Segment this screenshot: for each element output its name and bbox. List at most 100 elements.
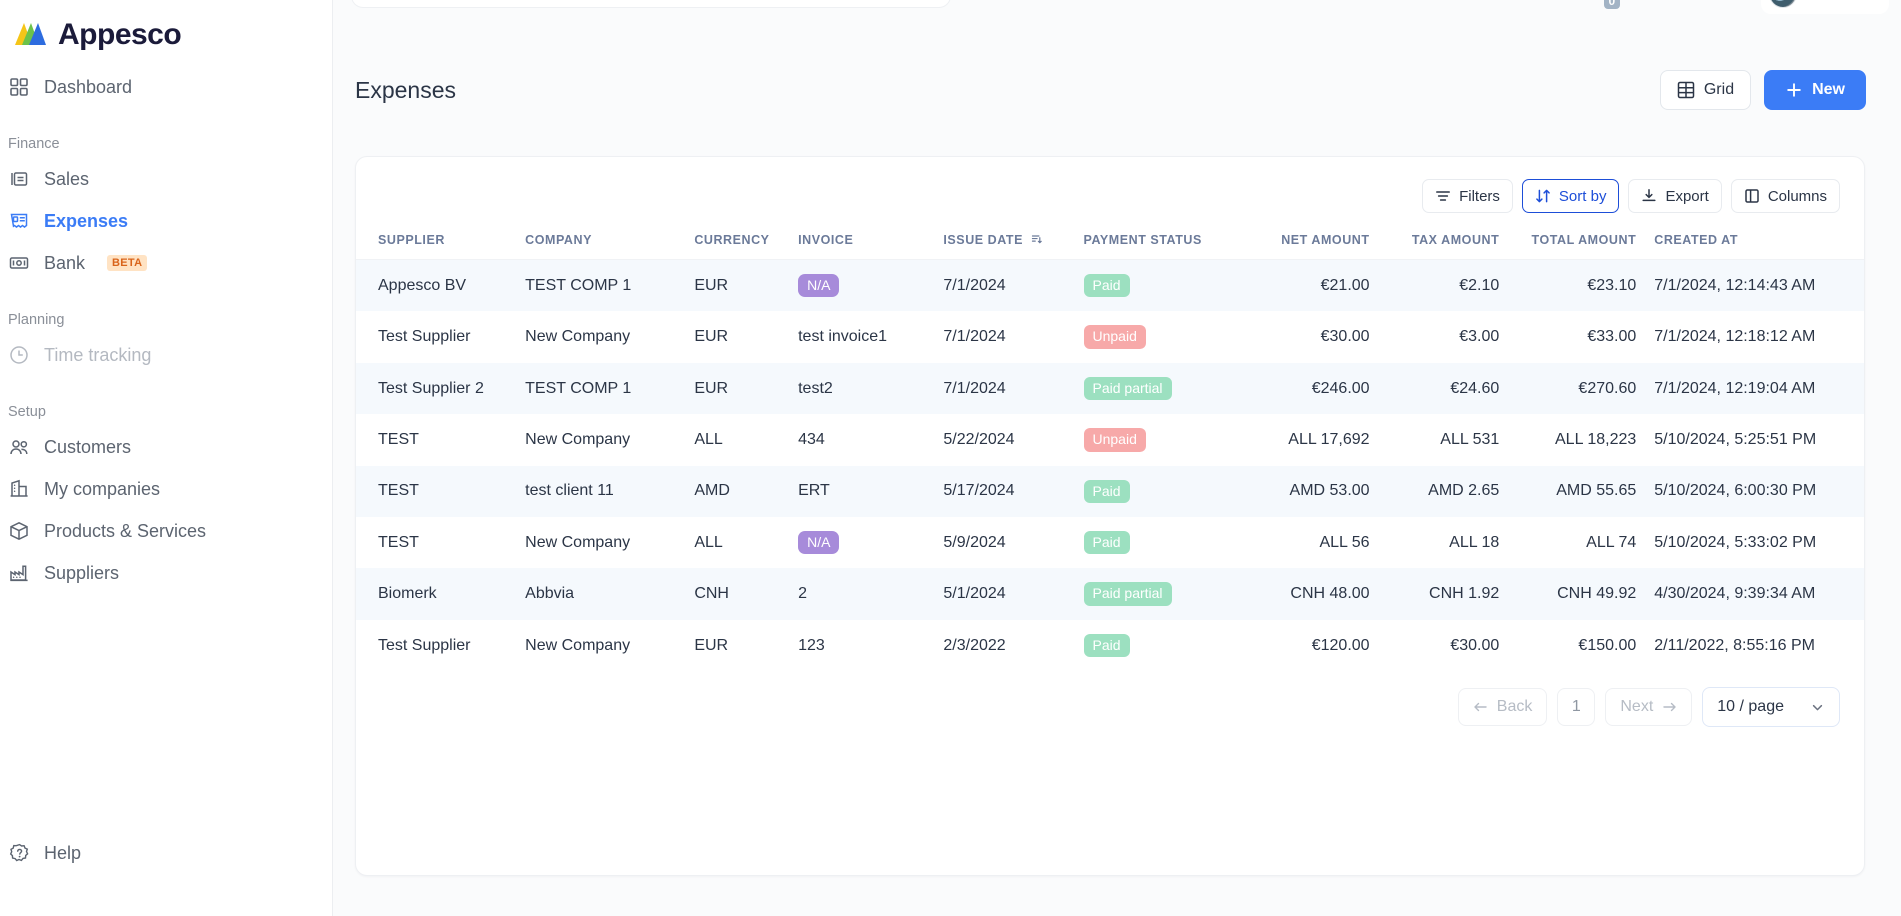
table-head: Supplier Company Currency Invoice Issue … xyxy=(356,219,1864,260)
table-row[interactable]: Appesco BVTEST COMP 1EURN/A7/1/2024Paid€… xyxy=(356,260,1864,312)
sidebar-group-label: Finance xyxy=(0,136,332,152)
table-row[interactable]: Test Supplier 2TEST COMP 1EURtest27/1/20… xyxy=(356,363,1864,414)
sidebar-item-expenses[interactable]: Expenses xyxy=(0,200,332,242)
user-name: Random xyxy=(1807,0,1867,3)
sidebar-item-label: Products & Services xyxy=(44,521,206,542)
sidebar-item-time-tracking[interactable]: Time tracking xyxy=(0,334,332,376)
factory-icon xyxy=(8,562,30,584)
bank-icon xyxy=(8,252,30,274)
table-row[interactable]: TESTNew CompanyALL4345/22/2024UnpaidALL … xyxy=(356,414,1864,465)
sidebar-item-customers[interactable]: Customers xyxy=(0,426,332,468)
status-badge: Unpaid xyxy=(1084,325,1146,348)
sidebar-item-sales[interactable]: Sales xyxy=(0,158,332,200)
sidebar-group-planning: Planning Time tracking xyxy=(0,312,332,376)
cell-tax_amount: €2.10 xyxy=(1388,260,1518,312)
col-header-issue-date-label: Issue date xyxy=(943,233,1023,247)
cell-payment_status: Paid xyxy=(1084,466,1253,517)
brand-logo[interactable]: Appesco xyxy=(0,0,332,56)
cell-net_amount: ALL 56 xyxy=(1253,517,1388,568)
new-expense-button[interactable]: New xyxy=(1764,70,1866,110)
table-row[interactable]: TESTtest client 11AMDERT5/17/2024PaidAMD… xyxy=(356,466,1864,517)
col-header-invoice[interactable]: Invoice xyxy=(798,219,943,260)
invoice-na-badge: N/A xyxy=(798,274,839,297)
table-row[interactable]: BiomerkAbbviaCNH25/1/2024Paid partialCNH… xyxy=(356,568,1864,619)
cell-supplier: Appesco BV xyxy=(356,260,525,312)
cell-company: New Company xyxy=(525,620,694,671)
sidebar-item-label: Customers xyxy=(44,437,131,458)
cell-issue_date: 5/17/2024 xyxy=(943,466,1083,517)
filters-label: Filters xyxy=(1459,188,1500,205)
cell-total_amount: €270.60 xyxy=(1517,363,1654,414)
topbar-actions: 0 Random xyxy=(1587,0,1889,14)
grid-view-button[interactable]: Grid xyxy=(1660,70,1751,110)
arrow-left-icon xyxy=(1473,700,1488,714)
col-header-net-amount[interactable]: Net amount xyxy=(1253,219,1388,260)
cell-tax_amount: ALL 18 xyxy=(1388,517,1518,568)
cell-company: test client 11 xyxy=(525,466,694,517)
columns-button[interactable]: Columns xyxy=(1731,179,1840,213)
sidebar-item-label: Time tracking xyxy=(44,345,151,366)
pagination-back-button[interactable]: Back xyxy=(1458,688,1548,726)
sidebar-item-products-services[interactable]: Products & Services xyxy=(0,510,332,552)
sidebar-item-label: Dashboard xyxy=(44,77,132,98)
cell-currency: AMD xyxy=(694,466,798,517)
col-header-tax-amount[interactable]: Tax amount xyxy=(1388,219,1518,260)
export-button[interactable]: Export xyxy=(1628,179,1721,213)
building-icon xyxy=(8,478,30,500)
notification-count-badge: 0 xyxy=(1604,0,1621,9)
grid-button-label: Grid xyxy=(1704,81,1734,99)
table-row[interactable]: Test SupplierNew CompanyEUR1232/3/2022Pa… xyxy=(356,620,1864,671)
cell-invoice: 434 xyxy=(798,414,943,465)
cell-invoice: test2 xyxy=(798,363,943,414)
sidebar-item-help[interactable]: Help xyxy=(0,832,332,874)
col-header-created-at[interactable]: Created at xyxy=(1654,219,1864,260)
cell-net_amount: AMD 53.00 xyxy=(1253,466,1388,517)
columns-icon xyxy=(1744,188,1760,204)
avatar xyxy=(1769,0,1797,8)
user-menu[interactable]: Random xyxy=(1761,0,1889,14)
page-title: Expenses xyxy=(355,77,456,104)
col-header-company[interactable]: Company xyxy=(525,219,694,260)
pagination-next-button[interactable]: Next xyxy=(1605,688,1692,726)
sidebar-item-suppliers[interactable]: Suppliers xyxy=(0,552,332,594)
pagination-page-1[interactable]: 1 xyxy=(1557,688,1595,726)
cell-issue_date: 7/1/2024 xyxy=(943,260,1083,312)
sidebar-group-label: Setup xyxy=(0,404,332,420)
sidebar-item-my-companies[interactable]: My companies xyxy=(0,468,332,510)
col-header-payment-status[interactable]: Payment status xyxy=(1084,219,1253,260)
cell-invoice: 123 xyxy=(798,620,943,671)
bell-icon[interactable]: 0 xyxy=(1587,0,1621,11)
sales-icon xyxy=(8,168,30,190)
cell-company: TEST COMP 1 xyxy=(525,260,694,312)
col-header-issue-date[interactable]: Issue date xyxy=(943,219,1083,260)
cell-tax_amount: €3.00 xyxy=(1388,311,1518,362)
cell-issue_date: 5/22/2024 xyxy=(943,414,1083,465)
columns-label: Columns xyxy=(1768,188,1827,205)
cell-payment_status: Unpaid xyxy=(1084,311,1253,362)
cell-created_at: 7/1/2024, 12:18:12 AM xyxy=(1654,311,1864,362)
sidebar-item-bank[interactable]: Bank BETA xyxy=(0,242,332,284)
tasks-icon[interactable] xyxy=(1645,0,1679,11)
sidebar-item-label: My companies xyxy=(44,479,160,500)
table-row[interactable]: Test SupplierNew CompanyEURtest invoice1… xyxy=(356,311,1864,362)
table-row[interactable]: TESTNew CompanyALLN/A5/9/2024PaidALL 56A… xyxy=(356,517,1864,568)
cell-company: New Company xyxy=(525,414,694,465)
cell-total_amount: CNH 49.92 xyxy=(1517,568,1654,619)
chevron-up-icon[interactable] xyxy=(1703,0,1737,11)
cell-currency: EUR xyxy=(694,620,798,671)
sort-by-button[interactable]: Sort by xyxy=(1522,179,1620,213)
cell-invoice: ERT xyxy=(798,466,943,517)
sidebar-item-dashboard[interactable]: Dashboard xyxy=(0,66,332,108)
col-header-supplier[interactable]: Supplier xyxy=(356,219,525,260)
cell-supplier: Biomerk xyxy=(356,568,525,619)
cell-issue_date: 5/9/2024 xyxy=(943,517,1083,568)
sort-by-label: Sort by xyxy=(1559,188,1607,205)
col-header-total-amount[interactable]: Total amount xyxy=(1517,219,1654,260)
page-size-select[interactable]: 10 / page xyxy=(1702,687,1840,727)
cell-net_amount: €21.00 xyxy=(1253,260,1388,312)
filters-button[interactable]: Filters xyxy=(1422,179,1513,213)
sort-desc-icon xyxy=(1031,234,1042,245)
export-label: Export xyxy=(1665,188,1708,205)
col-header-currency[interactable]: Currency xyxy=(694,219,798,260)
topbar-search-card[interactable] xyxy=(351,0,951,8)
